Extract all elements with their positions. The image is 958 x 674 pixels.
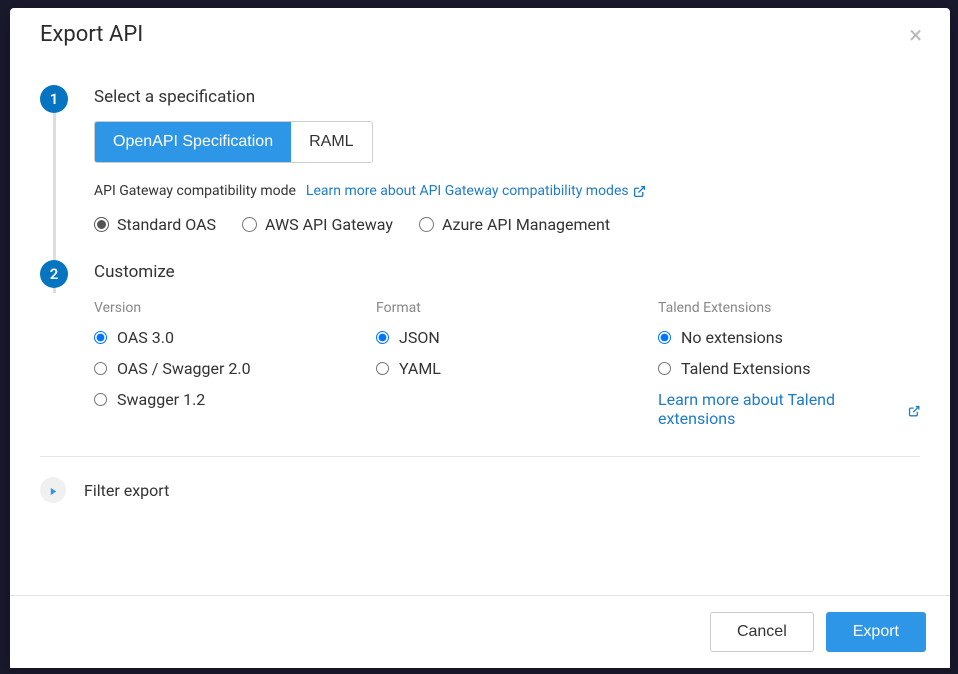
close-button[interactable]: ×: [905, 23, 926, 47]
step-2-badge: 2: [40, 260, 68, 288]
radio-standard-oas[interactable]: Standard OAS: [94, 215, 216, 234]
radio-yaml[interactable]: YAML: [376, 359, 638, 378]
spec-tabs: OpenAPI Specification RAML: [94, 121, 373, 163]
radio-yaml-label: YAML: [399, 359, 441, 378]
radio-standard-oas-label: Standard OAS: [117, 215, 216, 234]
customize-grid: Version OAS 3.0 OAS / Swagger 2.0: [94, 300, 920, 428]
radio-oas3[interactable]: OAS 3.0: [94, 328, 356, 347]
filter-export-section: Filter export: [40, 477, 920, 523]
cancel-button[interactable]: Cancel: [710, 612, 814, 652]
extensions-learn-more-text: Learn more about Talend extensions: [658, 390, 904, 428]
radio-aws-gateway[interactable]: AWS API Gateway: [242, 215, 393, 234]
radio-json-label: JSON: [399, 328, 440, 347]
radio-standard-oas-input[interactable]: [94, 217, 109, 232]
step-2: 2 Customize Version OAS 3.0: [40, 260, 920, 428]
radio-aws-gateway-label: AWS API Gateway: [265, 215, 393, 234]
radio-swagger12-input[interactable]: [94, 393, 107, 406]
modal-body[interactable]: 1 Select a specification OpenAPI Specifi…: [10, 55, 950, 595]
chevron-right-icon: [49, 481, 58, 500]
radio-talend-extensions[interactable]: Talend Extensions: [658, 359, 920, 378]
radio-swagger12-label: Swagger 1.2: [117, 390, 205, 409]
radio-azure-api[interactable]: Azure API Management: [419, 215, 610, 234]
external-link-icon: [908, 403, 920, 416]
filter-export-label: Filter export: [84, 481, 169, 500]
radio-oas3-label: OAS 3.0: [117, 328, 174, 347]
radio-no-extensions-label: No extensions: [681, 328, 783, 347]
step-1-title: Select a specification: [94, 87, 920, 107]
radio-no-extensions[interactable]: No extensions: [658, 328, 920, 347]
version-column: Version OAS 3.0 OAS / Swagger 2.0: [94, 300, 356, 428]
extensions-heading: Talend Extensions: [658, 300, 920, 316]
modal-header: Export API ×: [10, 8, 950, 55]
radio-talend-extensions-input[interactable]: [658, 362, 671, 375]
extensions-learn-more-link[interactable]: Learn more about Talend extensions: [658, 390, 920, 428]
format-heading: Format: [376, 300, 638, 316]
divider: [40, 456, 920, 457]
compat-mode-options: Standard OAS AWS API Gateway Azure API M…: [94, 215, 920, 234]
radio-oas3-input[interactable]: [94, 331, 107, 344]
step-2-title: Customize: [94, 262, 920, 282]
radio-yaml-input[interactable]: [376, 362, 389, 375]
external-link-icon: [633, 185, 646, 198]
compat-mode-label: API Gateway compatibility mode: [94, 183, 296, 199]
filter-expand-button[interactable]: [40, 477, 66, 503]
radio-talend-extensions-label: Talend Extensions: [681, 359, 811, 378]
radio-azure-api-label: Azure API Management: [442, 215, 610, 234]
radio-aws-gateway-input[interactable]: [242, 217, 257, 232]
compat-learn-more-link[interactable]: Learn more about API Gateway compatibili…: [306, 183, 646, 199]
version-heading: Version: [94, 300, 356, 316]
compat-mode-row: API Gateway compatibility mode Learn mor…: [94, 183, 920, 199]
export-button[interactable]: Export: [826, 612, 926, 652]
radio-json[interactable]: JSON: [376, 328, 638, 347]
compat-learn-more-text: Learn more about API Gateway compatibili…: [306, 183, 629, 199]
radio-oas2-input[interactable]: [94, 362, 107, 375]
radio-oas2[interactable]: OAS / Swagger 2.0: [94, 359, 356, 378]
format-column: Format JSON YAML: [376, 300, 638, 428]
radio-no-extensions-input[interactable]: [658, 331, 671, 344]
radio-azure-api-input[interactable]: [419, 217, 434, 232]
modal-title: Export API: [40, 22, 143, 47]
step-1: 1 Select a specification OpenAPI Specifi…: [40, 85, 920, 234]
radio-json-input[interactable]: [376, 331, 389, 344]
step-1-badge: 1: [40, 85, 68, 113]
radio-oas2-label: OAS / Swagger 2.0: [117, 359, 251, 378]
radio-swagger12[interactable]: Swagger 1.2: [94, 390, 356, 409]
extensions-column: Talend Extensions No extensions Talend E…: [658, 300, 920, 428]
tab-raml[interactable]: RAML: [291, 122, 371, 162]
modal-footer: Cancel Export: [10, 595, 950, 668]
tab-openapi[interactable]: OpenAPI Specification: [95, 122, 291, 162]
export-api-modal: Export API × 1 Select a specification Op…: [10, 8, 950, 668]
